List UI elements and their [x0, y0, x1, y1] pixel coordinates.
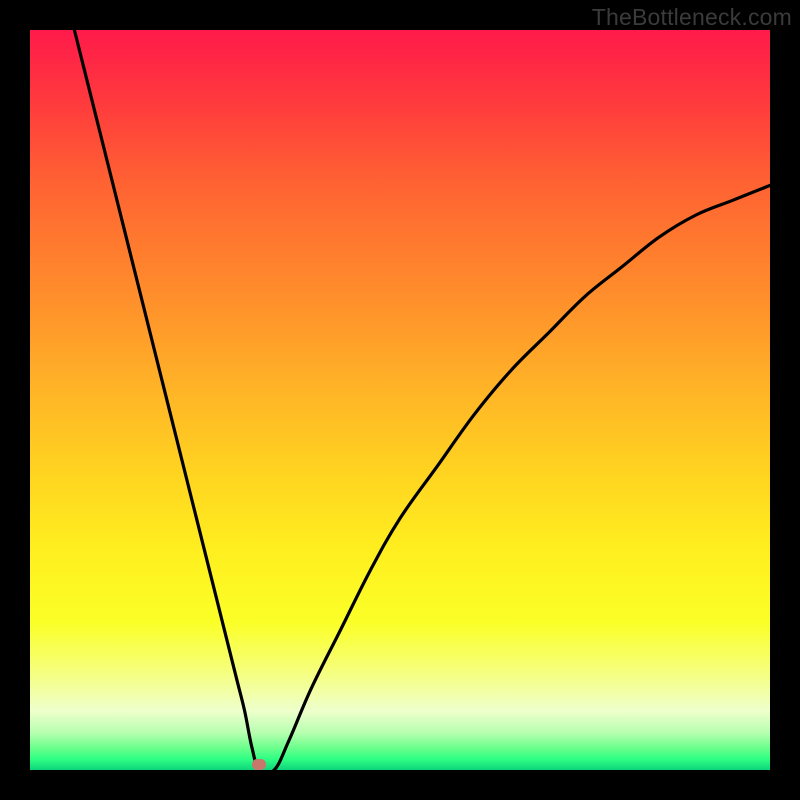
bottleneck-curve	[30, 30, 770, 770]
minimum-point-marker	[252, 759, 266, 770]
plot-area	[30, 30, 770, 770]
chart-frame: TheBottleneck.com	[0, 0, 800, 800]
watermark-text: TheBottleneck.com	[592, 4, 792, 31]
